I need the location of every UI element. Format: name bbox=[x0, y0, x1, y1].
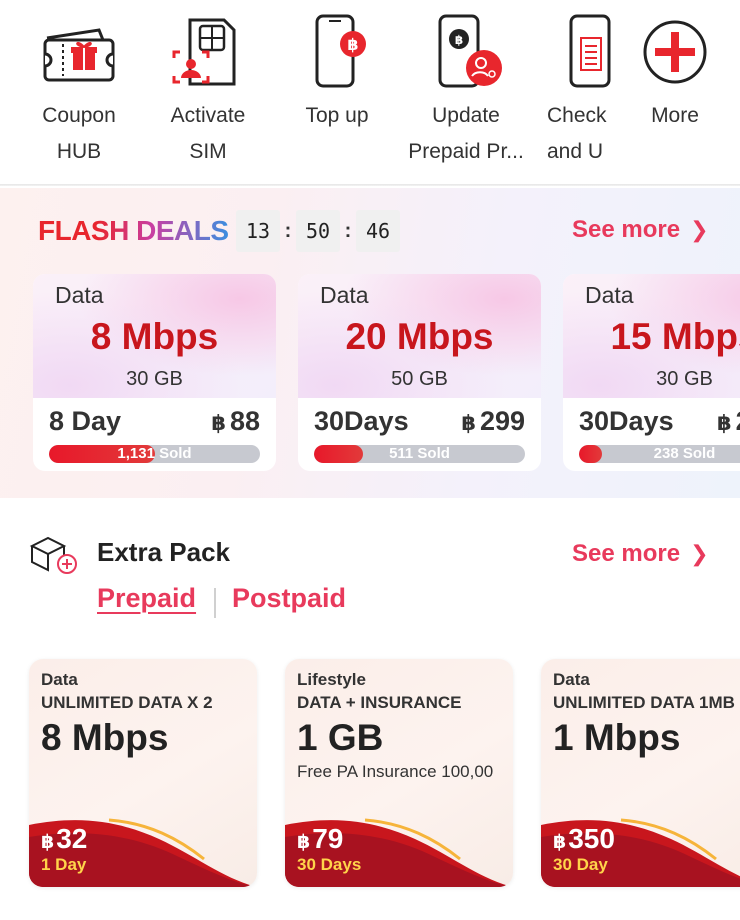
extra-pack-title: Extra Pack bbox=[97, 537, 230, 567]
pack-note: Free PA Insurance 100,00 bbox=[297, 762, 494, 781]
svg-text:฿: ฿ bbox=[347, 35, 358, 54]
extra-pack-card[interactable]: Lifestyle DATA + INSURANCE 1 GB Free PA … bbox=[285, 659, 513, 887]
pack-name: UNLIMITED DATA X 2 bbox=[41, 693, 213, 712]
phone-bill-icon bbox=[569, 14, 611, 88]
deal-price: ฿ 88 bbox=[211, 406, 260, 437]
extra-pack-card[interactable]: Data UNLIMITED DATA 1MB 1 Mbps ฿350 30 D… bbox=[541, 659, 740, 887]
flash-deal-card[interactable]: Data 15 Mbps 30 GB 30Days ฿2 238 Sold bbox=[563, 274, 740, 471]
deal-speed: 20 Mbps bbox=[345, 316, 494, 357]
deal-type: Data bbox=[585, 282, 634, 308]
sim-scan-icon bbox=[172, 18, 236, 86]
pack-name: DATA + INSURANCE bbox=[297, 693, 462, 712]
see-more-label: See more bbox=[572, 540, 681, 567]
plus-icon bbox=[643, 20, 707, 84]
top-up-label-line1: Top up bbox=[305, 104, 369, 127]
check-label-line2: and U bbox=[547, 140, 604, 163]
flash-deals-logo: FLASH DEALS bbox=[38, 215, 229, 246]
check-label-line1: Check bbox=[547, 104, 607, 127]
deal-price-value: 299 bbox=[479, 406, 525, 436]
update-prepaid-label-line2: Prepaid Pr... bbox=[408, 140, 524, 163]
deal-price-value: 88 bbox=[229, 406, 260, 436]
deal-volume: 30 GB bbox=[656, 368, 713, 390]
chevron-right-icon: ❯ bbox=[690, 541, 709, 566]
deal-duration: 8 Day bbox=[49, 406, 122, 436]
tab-divider bbox=[214, 588, 216, 618]
sold-progress-bar: 511 Sold bbox=[314, 445, 525, 463]
pack-price: ฿79 bbox=[297, 823, 343, 855]
quick-menu-divider bbox=[0, 184, 740, 186]
countdown-timer: 13 : 50 : 46 bbox=[236, 210, 400, 252]
svg-text:฿: ฿ bbox=[455, 33, 463, 47]
sold-progress-bar: 238 Sold bbox=[579, 445, 740, 463]
more-button[interactable]: More bbox=[611, 0, 739, 186]
pack-duration: 30 Day bbox=[553, 855, 608, 874]
extra-pack-header: Extra Pack See more ❯ Prepaid Postpaid bbox=[0, 520, 740, 640]
more-label: More bbox=[651, 104, 699, 127]
sold-count: 238 Sold bbox=[653, 445, 716, 462]
quick-menu: Coupon HUB Activate SIM ฿ Top up ฿ Updat… bbox=[0, 0, 740, 186]
pack-category: Data bbox=[553, 670, 590, 689]
deal-duration: 30Days bbox=[314, 406, 409, 436]
flash-deals-section: FLASH DEALS 13 : 50 : 46 See more ❯ Data … bbox=[0, 188, 740, 498]
deal-type: Data bbox=[55, 282, 104, 308]
check-and-use-button[interactable]: Check and U bbox=[531, 0, 611, 186]
timer-seconds: 46 bbox=[356, 210, 400, 252]
baht-symbol: ฿ bbox=[211, 412, 226, 435]
baht-symbol: ฿ bbox=[553, 832, 567, 853]
deal-price-value: 2 bbox=[736, 406, 740, 436]
extra-pack-see-more-link[interactable]: See more ❯ bbox=[572, 540, 709, 568]
sold-count: 1,131 Sold bbox=[117, 445, 192, 462]
update-prepaid-label-line1: Update bbox=[432, 104, 500, 127]
timer-hours: 13 bbox=[236, 210, 280, 252]
deal-volume: 30 GB bbox=[126, 368, 183, 390]
pack-price-value: 32 bbox=[56, 823, 88, 854]
coupon-hub-label-line1: Coupon bbox=[42, 104, 116, 127]
deal-duration: 30Days bbox=[579, 406, 674, 436]
pack-price: ฿350 bbox=[553, 823, 615, 855]
coupon-hub-button[interactable]: Coupon HUB bbox=[15, 0, 143, 186]
baht-symbol: ฿ bbox=[717, 412, 732, 435]
coupon-hub-label-line2: HUB bbox=[56, 140, 102, 163]
sold-count: 511 Sold bbox=[389, 445, 450, 462]
sold-progress-bar: 1,131 Sold bbox=[49, 445, 260, 463]
coupon-icon bbox=[43, 28, 115, 82]
activate-sim-button[interactable]: Activate SIM bbox=[144, 0, 272, 186]
deal-price: ฿ 299 bbox=[461, 406, 525, 437]
pack-size: 1 GB bbox=[297, 717, 384, 758]
update-prepaid-profile-button[interactable]: ฿ Update Prepaid Pr... bbox=[402, 0, 530, 186]
top-up-button[interactable]: ฿ Top up bbox=[273, 0, 401, 186]
tab-postpaid[interactable]: Postpaid bbox=[232, 583, 346, 614]
deal-speed: 8 Mbps bbox=[90, 316, 219, 357]
deal-type: Data bbox=[320, 282, 369, 308]
phone-profile-icon: ฿ bbox=[438, 14, 502, 88]
chevron-right-icon: ❯ bbox=[690, 217, 709, 242]
timer-minutes: 50 bbox=[296, 210, 340, 252]
flash-deal-card[interactable]: Data 8 Mbps 30 GB 8 Day ฿ 88 1,131 Sold bbox=[33, 274, 276, 471]
see-more-label: See more bbox=[572, 216, 681, 243]
baht-symbol: ฿ bbox=[297, 832, 311, 853]
pack-price: ฿32 bbox=[41, 823, 87, 855]
deal-volume: 50 GB bbox=[391, 368, 448, 390]
baht-symbol: ฿ bbox=[461, 412, 476, 435]
flash-deal-card[interactable]: Data 20 Mbps 50 GB 30Days ฿ 299 511 Sold bbox=[298, 274, 541, 471]
pack-category: Lifestyle bbox=[297, 670, 366, 689]
pack-price-value: 350 bbox=[568, 823, 615, 854]
activate-sim-label-line1: Activate bbox=[170, 104, 246, 127]
activate-sim-label-line2: SIM bbox=[189, 140, 227, 163]
deal-price: ฿2 bbox=[717, 406, 740, 437]
flash-deals-see-more-link[interactable]: See more ❯ bbox=[572, 216, 709, 244]
pack-size: 1 Mbps bbox=[553, 717, 681, 758]
pack-category: Data bbox=[41, 670, 78, 689]
deal-speed: 15 Mbps bbox=[610, 316, 740, 357]
pack-name: UNLIMITED DATA 1MB bbox=[553, 693, 735, 712]
baht-symbol: ฿ bbox=[41, 832, 55, 853]
tab-prepaid[interactable]: Prepaid bbox=[97, 583, 196, 614]
pack-duration: 1 Day bbox=[41, 855, 87, 874]
phone-baht-icon: ฿ bbox=[315, 14, 366, 88]
pack-size: 8 Mbps bbox=[41, 717, 169, 758]
pack-duration: 30 Days bbox=[297, 855, 362, 874]
package-add-icon bbox=[29, 536, 77, 574]
extra-pack-card[interactable]: Data UNLIMITED DATA X 2 8 Mbps ฿32 1 Day bbox=[29, 659, 257, 887]
pack-price-value: 79 bbox=[312, 823, 344, 854]
